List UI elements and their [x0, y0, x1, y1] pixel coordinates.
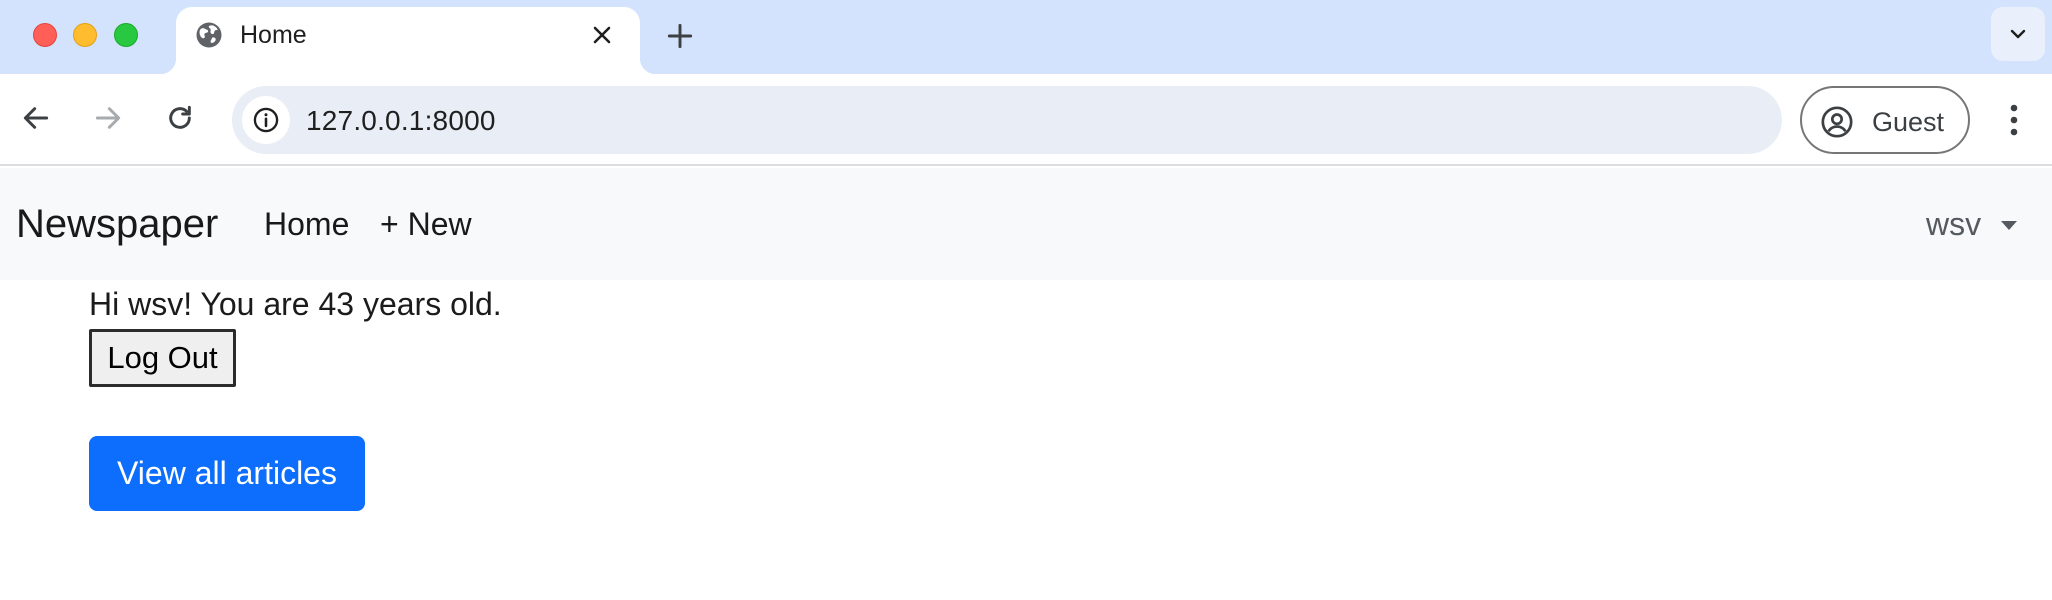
back-button[interactable]	[14, 96, 58, 140]
reload-icon	[169, 105, 191, 129]
browser-toolbar: 127.0.0.1:8000 Guest	[0, 74, 2052, 166]
browser-menu-button[interactable]	[1996, 96, 2032, 144]
tab-strip: Home	[0, 0, 2052, 74]
tab-search-button[interactable]	[1991, 7, 2045, 61]
user-dropdown[interactable]: wsv	[1926, 206, 1981, 243]
new-tab-icon[interactable]	[664, 20, 696, 52]
site-navbar: Newspaper Home + New wsv	[0, 168, 2052, 280]
forward-button[interactable]	[86, 96, 130, 140]
greeting-text: Hi wsv! You are 43 years old.	[89, 286, 502, 322]
account-circle-icon	[1821, 106, 1853, 138]
close-window-button[interactable]	[33, 23, 57, 47]
nav-link-new[interactable]: + New	[380, 206, 472, 243]
log-out-button[interactable]: Log Out	[89, 329, 236, 387]
tab-title: Home	[240, 21, 307, 49]
address-bar[interactable]: 127.0.0.1:8000	[232, 86, 1782, 154]
navbar-brand[interactable]: Newspaper	[16, 202, 218, 247]
close-tab-icon[interactable]	[588, 21, 616, 49]
view-all-articles-button[interactable]: View all articles	[89, 436, 365, 511]
chevron-down-icon	[2010, 29, 2026, 39]
globe-icon	[196, 22, 222, 48]
profile-button[interactable]: Guest	[1800, 86, 1970, 154]
profile-label: Guest	[1872, 107, 1945, 137]
minimize-window-button[interactable]	[73, 23, 97, 47]
maximize-window-button[interactable]	[114, 23, 138, 47]
url-text[interactable]: 127.0.0.1:8000	[306, 105, 496, 137]
site-info-button[interactable]	[242, 96, 290, 144]
reload-button[interactable]	[158, 96, 202, 140]
nav-link-home[interactable]: Home	[264, 206, 349, 243]
info-icon	[253, 107, 279, 133]
active-tab[interactable]: Home	[160, 7, 656, 74]
caret-down-icon[interactable]	[2001, 221, 2017, 230]
arrow-right-icon	[95, 107, 121, 129]
arrow-left-icon	[23, 107, 49, 129]
more-vert-icon	[2010, 104, 2018, 136]
